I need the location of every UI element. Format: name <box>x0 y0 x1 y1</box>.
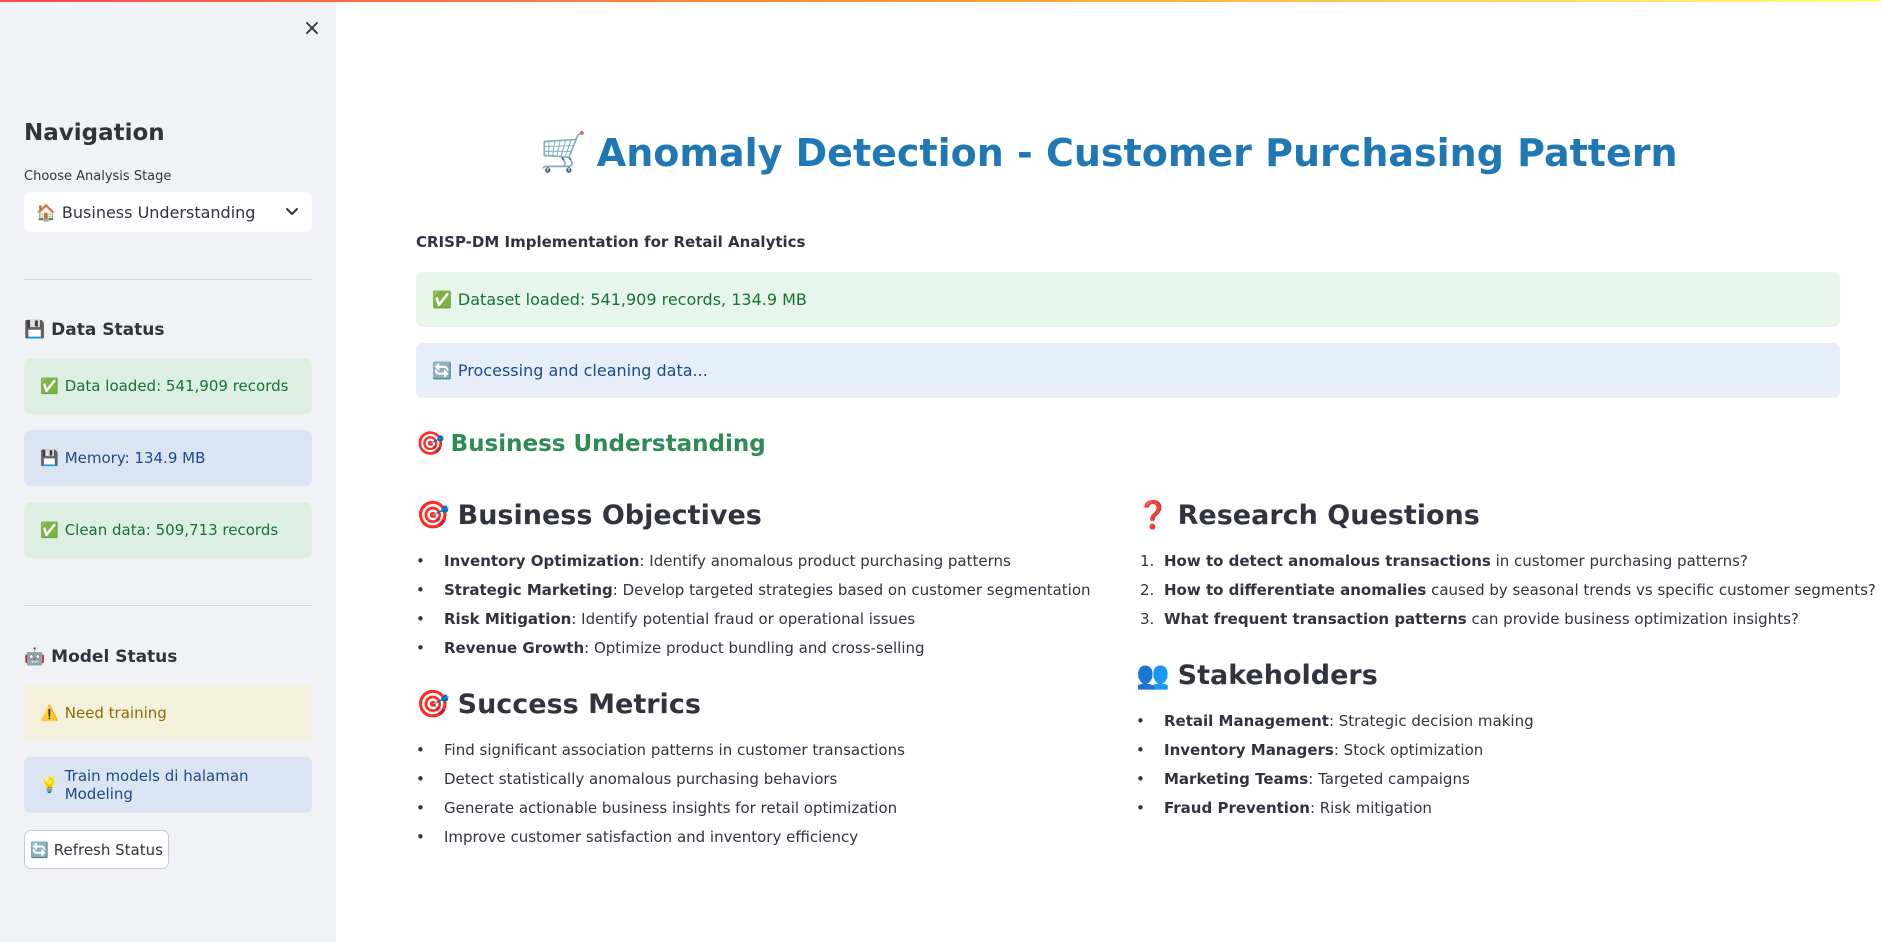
floppy-disk-icon: 💾 <box>24 320 46 340</box>
stakeholders-heading: 👥 Stakeholders <box>1136 655 1876 695</box>
refresh-icon: 🔄 <box>432 361 452 380</box>
business-objectives-title: Business Objectives <box>457 499 762 531</box>
list-item: • Retail Management: Strategic decision m… <box>1136 712 1534 730</box>
research-questions-block: ❓ Research Questions 1. How to detect ano… <box>1136 495 1876 634</box>
list-item: • Strategic Marketing: Develop targeted s… <box>416 581 1091 599</box>
list-item: • Risk Mitigation: Identify potential fra… <box>416 610 916 628</box>
list-item: • Marketing Teams: Targeted campaigns <box>1136 770 1470 788</box>
success-metrics-heading: 🎯 Success Metrics <box>416 684 1116 724</box>
section-heading-text: Business Understanding <box>450 430 766 457</box>
clean-data-text: Clean data: 509,713 records <box>64 521 279 539</box>
target-icon: 🎯 <box>416 500 450 531</box>
list-item: 2. How to differentiate anomalies caused … <box>1140 581 1876 599</box>
close-icon[interactable]: × <box>300 16 324 41</box>
section-heading: 🎯 Business Understanding <box>416 430 766 458</box>
floppy-disk-icon: 💾 <box>40 449 59 467</box>
sidebar-divider <box>24 279 312 280</box>
page-title: 🛒 Anomaly Detection - Customer Purchasin… <box>336 130 1881 175</box>
warning-icon: ⚠️ <box>40 704 59 722</box>
success-metrics-block: 🎯 Success Metrics • Find significant asso… <box>416 684 1116 852</box>
shopping-cart-icon: 🛒 <box>539 130 587 174</box>
clean-data-alert: ✅ Clean data: 509,713 records <box>24 502 312 558</box>
research-questions-heading: ❓ Research Questions <box>1136 495 1876 535</box>
research-questions-title: Research Questions <box>1177 499 1480 531</box>
page-subtitle: CRISP-DM Implementation for Retail Analy… <box>416 233 806 251</box>
list-item: • Improve customer satisfaction and inven… <box>416 828 859 846</box>
data-loaded-alert: ✅ Data loaded: 541,909 records <box>24 358 312 414</box>
dataset-loaded-alert: ✅ Dataset loaded: 541,909 records, 134.9… <box>416 272 1840 327</box>
model-status-heading: 🤖 Model Status <box>24 647 177 667</box>
refresh-status-button[interactable]: 🔄 Refresh Status <box>24 830 169 869</box>
target-icon: 🎯 <box>416 431 445 457</box>
dataset-loaded-text: Dataset loaded: 541,909 records, 134.9 M… <box>457 290 807 309</box>
page-title-text: Anomaly Detection - Customer Purchasing … <box>596 130 1678 175</box>
stakeholders-block: 👥 Stakeholders • Retail Management: Strat… <box>1136 655 1876 823</box>
navigation-title: Navigation <box>24 120 165 146</box>
check-icon: ✅ <box>40 377 59 395</box>
list-item: 1. How to detect anomalous transactions i… <box>1140 552 1748 570</box>
stakeholders-title: Stakeholders <box>1177 659 1378 691</box>
analysis-stage-select[interactable]: 🏠 Business Understanding <box>24 192 312 232</box>
target-icon: 🎯 <box>416 689 450 720</box>
list-item: • Generate actionable business insights f… <box>416 799 898 817</box>
processing-text: Processing and cleaning data... <box>457 361 708 380</box>
stakeholders-list: • Retail Management: Strategic decision m… <box>1136 707 1876 823</box>
check-icon: ✅ <box>40 521 59 539</box>
list-item: • Revenue Growth: Optimize product bundli… <box>416 639 925 657</box>
data-loaded-text: Data loaded: 541,909 records <box>64 377 289 395</box>
chevron-down-icon <box>286 208 298 215</box>
people-icon: 👥 <box>1136 660 1170 691</box>
business-objectives-block: 🎯 Business Objectives • Inventory Optimiz… <box>416 495 1116 663</box>
list-item: • Fraud Prevention: Risk mitigation <box>1136 799 1432 817</box>
main-content: 🛒 Anomaly Detection - Customer Purchasin… <box>336 2 1881 942</box>
model-status-title: Model Status <box>51 647 178 667</box>
list-item: 3. What frequent transaction patterns can… <box>1140 610 1799 628</box>
data-status-title: Data Status <box>51 320 165 340</box>
home-icon: 🏠 <box>36 202 56 222</box>
analysis-stage-value: Business Understanding <box>61 202 256 222</box>
memory-text: Memory: 134.9 MB <box>64 449 206 467</box>
business-objectives-heading: 🎯 Business Objectives <box>416 495 1116 535</box>
question-mark-icon: ❓ <box>1136 500 1170 531</box>
refresh-status-label: Refresh Status <box>53 840 163 859</box>
list-item: • Inventory Optimization: Identify anomal… <box>416 552 1011 570</box>
check-icon: ✅ <box>432 290 452 309</box>
success-metrics-title: Success Metrics <box>457 688 701 720</box>
research-questions-list: 1. How to detect anomalous transactions i… <box>1136 547 1876 634</box>
business-objectives-list: • Inventory Optimization: Identify anomal… <box>416 547 1116 663</box>
sidebar-divider <box>24 605 312 606</box>
processing-alert: 🔄 Processing and cleaning data... <box>416 343 1840 398</box>
list-item: • Detect statistically anomalous purchasi… <box>416 770 838 788</box>
train-models-alert: 💡 Train models di halaman Modeling <box>24 757 312 813</box>
success-metrics-list: • Find significant association patterns i… <box>416 736 1116 852</box>
need-training-text: Need training <box>64 704 167 722</box>
refresh-icon: 🔄 <box>30 840 49 859</box>
sidebar: × Navigation Choose Analysis Stage 🏠 Bus… <box>0 2 336 942</box>
analysis-stage-label: Choose Analysis Stage <box>24 169 172 184</box>
data-status-heading: 💾 Data Status <box>24 320 164 340</box>
lightbulb-icon: 💡 <box>40 776 59 794</box>
memory-alert: 💾 Memory: 134.9 MB <box>24 430 312 486</box>
need-training-alert: ⚠️ Need training <box>24 685 312 741</box>
train-models-text: Train models di halaman Modeling <box>64 767 249 803</box>
list-item: • Inventory Managers: Stock optimization <box>1136 741 1484 759</box>
robot-icon: 🤖 <box>24 647 46 667</box>
list-item: • Find significant association patterns i… <box>416 741 905 759</box>
